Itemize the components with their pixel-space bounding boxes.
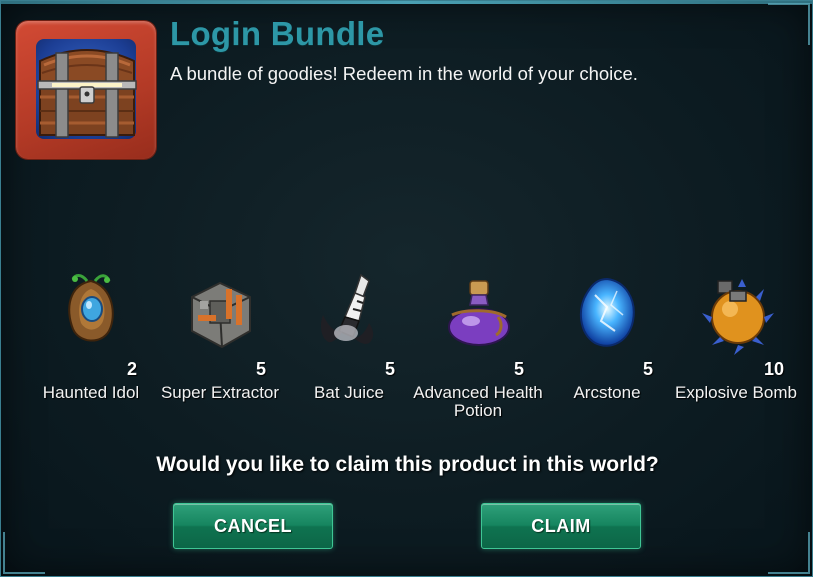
bundle-items: 2 Haunted Idol 5 Super Extractor 5 Bat J… bbox=[1, 271, 812, 446]
bundle-item: 5 Advanced Health Potion bbox=[413, 271, 543, 446]
item-name: Explosive Bomb bbox=[675, 383, 797, 402]
claim-question: Would you like to claim this product in … bbox=[156, 453, 659, 476]
bundle-item: 2 Haunted Idol bbox=[29, 271, 153, 446]
bat-juice-icon bbox=[320, 273, 374, 344]
frame-corner bbox=[768, 3, 810, 45]
item-name: Arcstone bbox=[573, 383, 641, 402]
dialog-subtitle: A bundle of goodies! Redeem in the world… bbox=[170, 63, 638, 84]
item-quantity: 5 bbox=[256, 359, 267, 379]
treasure-chest-icon bbox=[37, 49, 137, 138]
frame-corner bbox=[768, 532, 810, 574]
super-extractor-icon bbox=[191, 281, 251, 349]
item-name: Bat Juice bbox=[314, 383, 384, 402]
arcstone-icon bbox=[579, 277, 635, 347]
item-quantity: 5 bbox=[643, 359, 654, 379]
bundle-icon bbox=[16, 21, 156, 159]
bundle-item: 10 Explosive Bomb bbox=[674, 271, 798, 446]
explosive-bomb-icon bbox=[702, 279, 774, 355]
item-name: Super Extractor bbox=[160, 383, 280, 402]
haunted-idol-icon bbox=[68, 274, 114, 342]
item-quantity: 2 bbox=[127, 359, 138, 379]
claim-button[interactable]: CLAIM bbox=[481, 503, 641, 549]
bundle-item: 5 Bat Juice bbox=[287, 271, 411, 446]
item-quantity: 10 bbox=[764, 359, 785, 379]
claim-dialog: Login Bundle A bundle of goodies! Redeem… bbox=[0, 0, 813, 577]
health-potion-icon bbox=[448, 280, 510, 346]
frame-corner bbox=[3, 532, 45, 574]
item-name: Haunted Idol bbox=[42, 383, 140, 402]
bundle-item: 5 Super Extractor bbox=[158, 271, 282, 446]
dialog-title: Login Bundle bbox=[170, 15, 385, 52]
item-quantity: 5 bbox=[514, 359, 525, 379]
bundle-item: 5 Arcstone bbox=[545, 271, 669, 446]
item-name: Advanced Health Potion bbox=[413, 383, 543, 420]
item-quantity: 5 bbox=[385, 359, 396, 379]
cancel-button[interactable]: CANCEL bbox=[173, 503, 333, 549]
